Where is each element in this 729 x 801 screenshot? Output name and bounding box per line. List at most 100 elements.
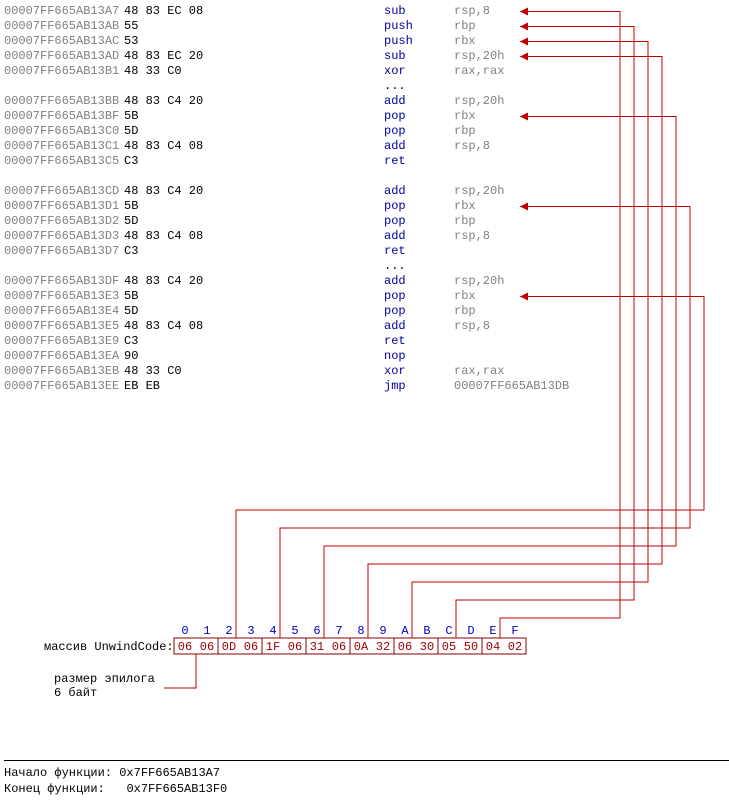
disasm-row: 00007FF665AB13D15Bpoprbx <box>4 199 729 214</box>
operands: rsp,8 <box>454 4 490 19</box>
disasm-row: 00007FF665AB13BB48 83 C4 20addrsp,20h <box>4 94 729 109</box>
mnemonic: add <box>384 274 454 289</box>
operands: rbp <box>454 304 476 319</box>
operands: rbp <box>454 214 476 229</box>
opcode-bytes: C3 <box>124 334 384 349</box>
unwind-index: B <box>423 624 430 638</box>
disasm-row: 00007FF665AB13C05Dpoprbp <box>4 124 729 139</box>
unwind-byte: 06 <box>200 640 214 654</box>
opcode-bytes: 48 83 EC 08 <box>124 4 384 19</box>
mnemonic: pop <box>384 289 454 304</box>
unwind-byte: 1F <box>266 640 280 654</box>
opcode-bytes: 53 <box>124 34 384 49</box>
operands: rbx <box>454 109 476 124</box>
disasm-row: 00007FF665AB13EA90nop <box>4 349 729 364</box>
footer: Начало функции: 0x7FF665AB13A7 Конец фун… <box>4 760 729 797</box>
unwind-byte: 0A <box>354 640 369 654</box>
disasm-row: 00007FF665AB13E35Bpoprbx <box>4 289 729 304</box>
address: 00007FF665AB13CD <box>4 184 124 199</box>
disasm-row: 00007FF665AB13E9C3ret <box>4 334 729 349</box>
address: 00007FF665AB13AC <box>4 34 124 49</box>
opcode-bytes: 48 83 C4 20 <box>124 94 384 109</box>
unwind-index: 8 <box>357 624 364 638</box>
unwind-index: 4 <box>269 624 276 638</box>
opcode-bytes: 5B <box>124 289 384 304</box>
disasm-row: 00007FF665AB13AB55pushrbp <box>4 19 729 34</box>
opcode-bytes: C3 <box>124 244 384 259</box>
disasm-row: 00007FF665AB13C5C3ret <box>4 154 729 169</box>
address: 00007FF665AB13D7 <box>4 244 124 259</box>
address: 00007FF665AB13D2 <box>4 214 124 229</box>
mnemonic: ret <box>384 334 454 349</box>
opcode-bytes: 5D <box>124 304 384 319</box>
epilog-arrow <box>164 654 196 688</box>
operands: rsp,8 <box>454 139 490 154</box>
disasm-row: 00007FF665AB13E45Dpoprbp <box>4 304 729 319</box>
unwind-byte: 0D <box>222 640 236 654</box>
mnemonic: add <box>384 184 454 199</box>
disasm-row: 00007FF665AB13D7C3ret <box>4 244 729 259</box>
address: 00007FF665AB13AB <box>4 19 124 34</box>
opcode-bytes: 5D <box>124 124 384 139</box>
disasm-row: 00007FF665AB13D348 83 C4 08addrsp,8 <box>4 229 729 244</box>
operands: rbx <box>454 199 476 214</box>
mnemonic: pop <box>384 199 454 214</box>
unwind-index: A <box>401 624 409 638</box>
mnemonic: ret <box>384 244 454 259</box>
disasm-row: 00007FF665AB13DF48 83 C4 20addrsp,20h <box>4 274 729 289</box>
address: 00007FF665AB13DF <box>4 274 124 289</box>
unwind-byte: 06 <box>332 640 346 654</box>
disasm-row: 00007FF665AB13AC53pushrbx <box>4 34 729 49</box>
operands: rax,rax <box>454 64 504 79</box>
operands: rsp,20h <box>454 49 504 64</box>
address: 00007FF665AB13AD <box>4 49 124 64</box>
disassembly-listing: 00007FF665AB13A748 83 EC 08subrsp,800007… <box>4 4 729 394</box>
unwind-index: 7 <box>335 624 342 638</box>
opcode-bytes: 48 83 C4 20 <box>124 274 384 289</box>
address: 00007FF665AB13BB <box>4 94 124 109</box>
opcode-bytes: 48 33 C0 <box>124 364 384 379</box>
mnemonic: add <box>384 139 454 154</box>
mnemonic: jmp <box>384 379 454 394</box>
unwind-index: E <box>489 624 496 638</box>
unwind-index: 6 <box>313 624 320 638</box>
unwind-byte: 06 <box>178 640 192 654</box>
func-end-label: Конец функции: <box>4 782 105 796</box>
ellipsis: ... <box>4 79 729 94</box>
opcode-bytes: EB EB <box>124 379 384 394</box>
opcode-bytes: 48 83 C4 20 <box>124 184 384 199</box>
unwind-index: 0 <box>181 624 188 638</box>
mnemonic: ret <box>384 154 454 169</box>
mnemonic: sub <box>384 4 454 19</box>
unwind-byte: 05 <box>442 640 456 654</box>
address: 00007FF665AB13A7 <box>4 4 124 19</box>
disasm-row: 00007FF665AB13CD48 83 C4 20addrsp,20h <box>4 184 729 199</box>
unwind-index: 9 <box>379 624 386 638</box>
unwind-byte: 06 <box>244 640 258 654</box>
disasm-row: 00007FF665AB13D25Dpoprbp <box>4 214 729 229</box>
disasm-row: 00007FF665AB13E548 83 C4 08addrsp,8 <box>4 319 729 334</box>
mnemonic: push <box>384 19 454 34</box>
operands: rbp <box>454 124 476 139</box>
operands: 00007FF665AB13DB <box>454 379 569 394</box>
unwind-index: D <box>467 624 474 638</box>
unwind-index: 5 <box>291 624 298 638</box>
unwind-index: C <box>445 624 452 638</box>
operands: rsp,20h <box>454 274 504 289</box>
operands: rsp,8 <box>454 229 490 244</box>
address: 00007FF665AB13EE <box>4 379 124 394</box>
operands: rbp <box>454 19 476 34</box>
unwind-byte: 31 <box>310 640 324 654</box>
func-end-value: 0x7FF665AB13F0 <box>126 782 227 796</box>
address: 00007FF665AB13D3 <box>4 229 124 244</box>
unwind-byte: 06 <box>398 640 412 654</box>
address: 00007FF665AB13E9 <box>4 334 124 349</box>
func-start-label: Начало функции: <box>4 766 112 780</box>
mnemonic: add <box>384 94 454 109</box>
disasm-row: 00007FF665AB13AD48 83 EC 20subrsp,20h <box>4 49 729 64</box>
opcode-bytes: 5D <box>124 214 384 229</box>
opcode-bytes: 48 83 C4 08 <box>124 229 384 244</box>
address: 00007FF665AB13E3 <box>4 289 124 304</box>
unwind-byte: 04 <box>486 640 500 654</box>
address: 00007FF665AB13EB <box>4 364 124 379</box>
